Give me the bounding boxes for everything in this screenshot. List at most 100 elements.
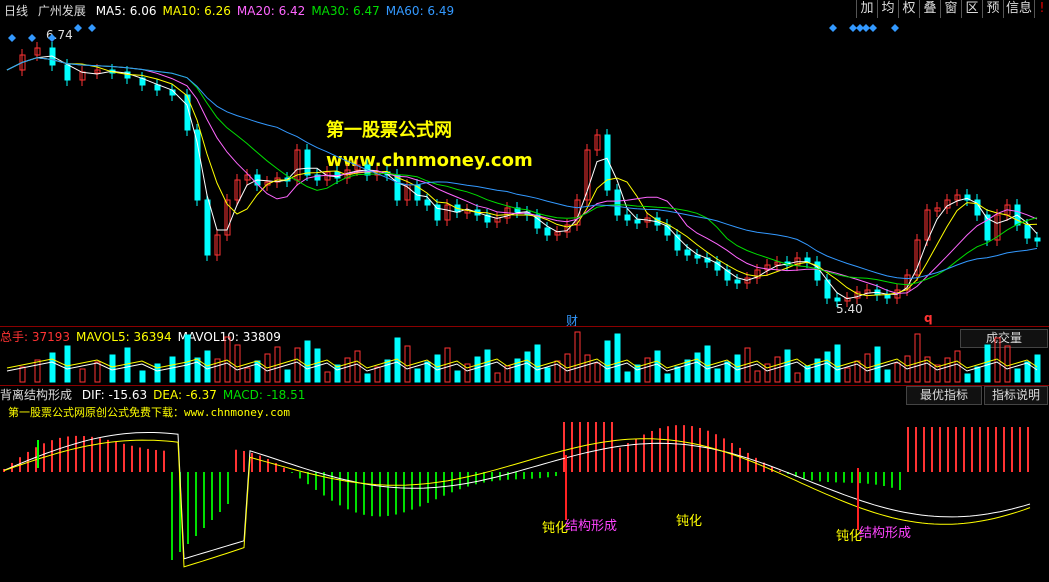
volume-bar bbox=[194, 357, 201, 383]
volume-bar bbox=[704, 345, 711, 383]
volume-bar bbox=[169, 356, 176, 383]
volume-bar bbox=[434, 354, 441, 383]
candle-body bbox=[204, 199, 211, 256]
event-diamond[interactable] bbox=[48, 34, 56, 42]
candle-body bbox=[194, 129, 201, 201]
volume-bar bbox=[974, 366, 981, 383]
volume-bar bbox=[594, 362, 601, 383]
volume-bar bbox=[954, 350, 961, 383]
event-diamond[interactable] bbox=[862, 24, 870, 32]
candle-body bbox=[634, 219, 641, 224]
volume-bar bbox=[19, 366, 26, 383]
volume-bar bbox=[574, 331, 581, 383]
volume-bar bbox=[824, 351, 831, 383]
candle-body bbox=[1034, 237, 1041, 242]
dea-line bbox=[3, 438, 1031, 568]
volume-bar bbox=[354, 350, 361, 383]
volume-bar bbox=[914, 333, 921, 383]
event-diamond[interactable] bbox=[869, 24, 877, 32]
volume-bar bbox=[154, 363, 161, 383]
candle-body bbox=[884, 294, 891, 299]
volume-bar bbox=[444, 347, 451, 383]
volume-bar bbox=[524, 351, 531, 383]
volume-bar bbox=[984, 344, 991, 383]
volume-bar bbox=[49, 352, 56, 383]
volume-bar bbox=[139, 370, 146, 383]
volume-bar bbox=[584, 354, 591, 383]
volume-bar bbox=[784, 349, 791, 383]
volume-bar bbox=[944, 357, 951, 383]
volume-bar bbox=[734, 354, 741, 383]
volume-bar bbox=[794, 372, 801, 383]
candle-body bbox=[424, 199, 431, 206]
volume-bar bbox=[964, 373, 971, 383]
ma-line-0 bbox=[6, 55, 1038, 300]
candle-body bbox=[684, 249, 691, 256]
volume-bar bbox=[324, 371, 331, 383]
volume-bar bbox=[744, 347, 751, 383]
candle-body bbox=[304, 149, 311, 176]
volume-bar bbox=[774, 356, 781, 383]
volume-bar bbox=[604, 340, 611, 383]
volume-bar bbox=[534, 344, 541, 383]
ma-line-2 bbox=[6, 57, 1038, 294]
event-diamond[interactable] bbox=[891, 24, 899, 32]
volume-bar bbox=[714, 368, 721, 383]
volume-bar bbox=[614, 333, 621, 383]
volume-bar bbox=[664, 373, 671, 383]
volume-bar bbox=[124, 347, 131, 383]
volume-bar bbox=[644, 357, 651, 383]
volume-bar bbox=[624, 371, 631, 383]
volume-bar bbox=[694, 352, 701, 383]
candle-body bbox=[834, 297, 841, 302]
volume-bar bbox=[474, 356, 481, 383]
volume-bar bbox=[754, 370, 761, 383]
volume-bar bbox=[204, 350, 211, 383]
volume-bar bbox=[674, 366, 681, 383]
event-diamond[interactable] bbox=[74, 24, 82, 32]
volume-bar bbox=[894, 362, 901, 383]
volume-bar bbox=[404, 345, 411, 383]
dif-line bbox=[3, 432, 1031, 560]
volume-bar bbox=[844, 367, 851, 383]
volume-bar bbox=[234, 344, 241, 383]
volume-bar bbox=[94, 361, 101, 383]
event-diamond[interactable] bbox=[88, 24, 96, 32]
volume-bar bbox=[484, 349, 491, 383]
volume-bar bbox=[64, 345, 71, 383]
volume-bar bbox=[654, 350, 661, 383]
volume-bar bbox=[634, 364, 641, 383]
candle-body bbox=[614, 189, 621, 216]
volume-bar bbox=[374, 366, 381, 383]
candle-body bbox=[544, 227, 551, 236]
volume-bar bbox=[544, 367, 551, 383]
candle-body bbox=[624, 214, 631, 221]
volume-bar bbox=[884, 369, 891, 383]
volume-bar bbox=[184, 334, 191, 383]
candle-body bbox=[1024, 224, 1031, 239]
volume-bar bbox=[34, 359, 41, 383]
volume-bar bbox=[1034, 354, 1041, 383]
volume-bar bbox=[224, 336, 231, 383]
candle-body bbox=[64, 64, 71, 81]
volume-bar bbox=[304, 340, 311, 383]
volume-bar bbox=[1014, 368, 1021, 383]
event-diamond[interactable] bbox=[849, 24, 857, 32]
ma-line-3 bbox=[6, 57, 1038, 286]
volume-bar bbox=[334, 364, 341, 383]
volume-bar bbox=[109, 354, 116, 383]
volume-bar bbox=[494, 372, 501, 383]
stock-chart-canvas[interactable] bbox=[0, 0, 1049, 582]
volume-bar bbox=[284, 369, 291, 383]
volume-bar bbox=[364, 373, 371, 383]
volume-bar bbox=[454, 370, 461, 383]
volume-bar bbox=[344, 357, 351, 383]
event-diamond[interactable] bbox=[829, 24, 837, 32]
event-diamond[interactable] bbox=[28, 34, 36, 42]
event-diamond[interactable] bbox=[8, 34, 16, 42]
volume-bar bbox=[384, 359, 391, 383]
volume-bar bbox=[79, 368, 86, 383]
volume-bar bbox=[414, 368, 421, 383]
volume-bar bbox=[684, 359, 691, 383]
volume-bar bbox=[244, 367, 251, 383]
